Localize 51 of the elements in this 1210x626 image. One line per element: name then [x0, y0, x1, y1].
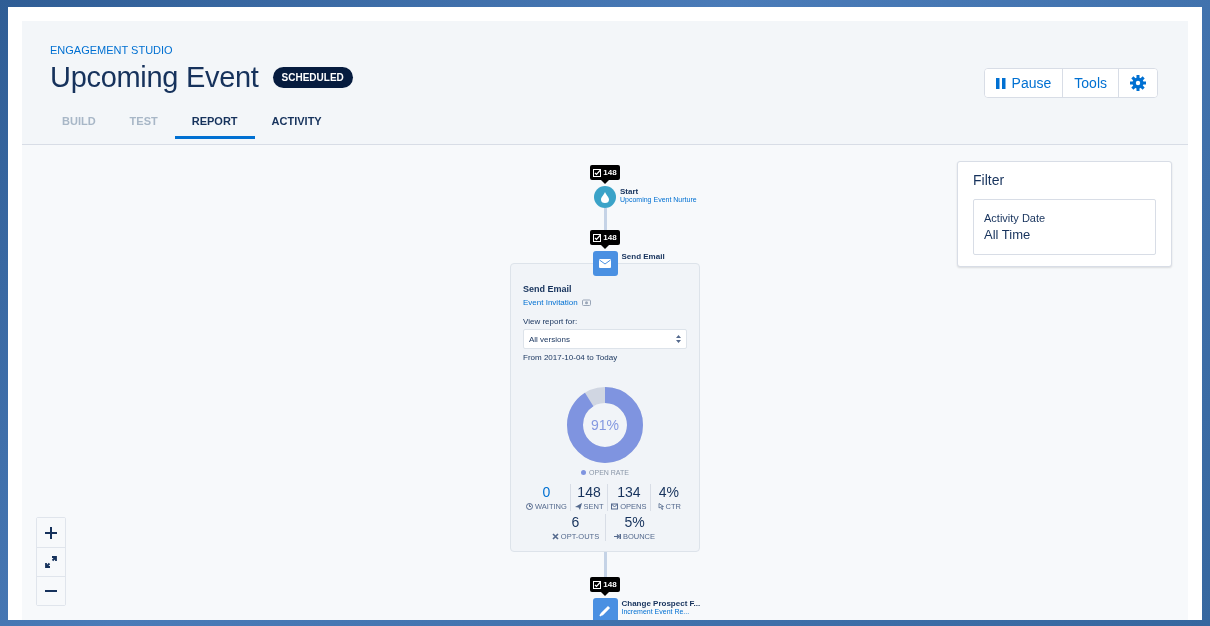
cursor-icon [656, 503, 664, 510]
clock-icon [526, 503, 533, 510]
stat-value[interactable]: 6 [571, 514, 580, 530]
checkbox-icon [593, 580, 602, 589]
checkbox-icon [593, 168, 602, 177]
stat-value[interactable]: 148 [577, 484, 601, 500]
zoom-out-button[interactable] [37, 576, 65, 605]
expand-icon [45, 556, 57, 568]
sort-arrows-icon [676, 335, 681, 343]
pencil-icon [599, 604, 611, 617]
settings-button[interactable] [1118, 69, 1157, 97]
app-name: ENGAGEMENT STUDIO [50, 44, 174, 56]
paper-plane-icon [574, 503, 582, 510]
version-select[interactable]: All versions [523, 329, 687, 349]
stat-value[interactable]: 0 [542, 484, 551, 500]
page-title: Upcoming Event [50, 61, 259, 94]
arrow-icon [613, 533, 621, 540]
stat-value[interactable]: 134 [617, 484, 641, 500]
node-title: Change Prospect F... [621, 599, 701, 608]
envelope-icon [599, 259, 611, 268]
legend-dot-icon [581, 470, 587, 475]
fit-button[interactable] [37, 547, 65, 576]
status-badge: SCHEDULED [272, 67, 353, 88]
preview-icon [581, 299, 591, 306]
filter-title: Filter [973, 172, 1006, 188]
open-rate-value: 91% [591, 417, 619, 433]
stat-value[interactable]: 4% [658, 484, 679, 500]
tab[interactable]: REPORT [174, 107, 255, 139]
field-label: View report for: [523, 317, 579, 326]
settings-icon [1130, 75, 1146, 91]
action-node-icon[interactable] [592, 598, 618, 620]
step-count: 148 [603, 233, 617, 242]
email-link[interactable]: Event Invitation [523, 298, 578, 307]
email-node-icon[interactable] [592, 251, 618, 276]
card-title: Send Email [523, 284, 573, 294]
node-title: Send Email [621, 252, 665, 261]
stat-value[interactable]: 5% [624, 514, 645, 530]
tab[interactable]: ACTIVITY [254, 107, 339, 139]
step-count: 148 [603, 580, 617, 589]
cross-icon [551, 533, 559, 540]
envelope-icon [611, 503, 619, 510]
pause-icon [995, 77, 1006, 89]
node-title: Start [620, 187, 639, 196]
zoom-in-button[interactable] [37, 518, 65, 547]
date-filter-field[interactable]: Activity Date All Time [973, 199, 1156, 255]
drop-icon [601, 191, 609, 203]
checkbox-icon [593, 233, 602, 242]
zoom-in-icon [45, 526, 57, 539]
start-node-icon[interactable] [594, 186, 616, 208]
date-range: From 2017-10-04 to Today [523, 353, 619, 362]
step-count: 148 [603, 168, 617, 177]
